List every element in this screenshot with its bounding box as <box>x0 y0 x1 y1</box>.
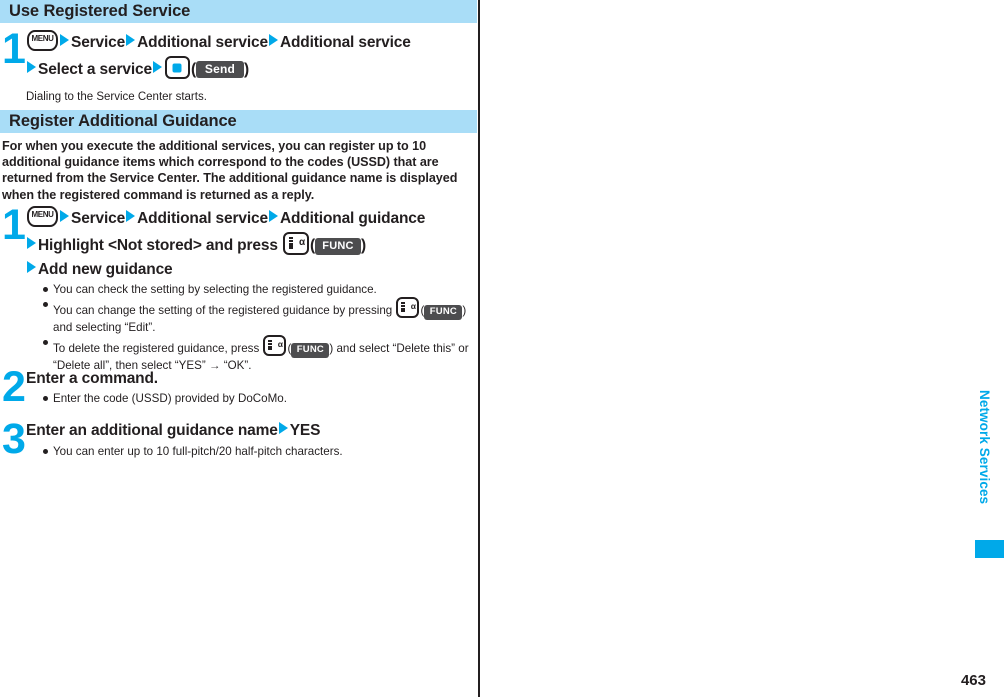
paren-close: ) <box>462 304 467 318</box>
bullet-text: You can change the setting of the regist… <box>53 304 393 318</box>
arrow-icon <box>126 34 136 46</box>
content-column: Use Registered Service 1 MENU Service Addi… <box>0 0 478 697</box>
bullet-dot <box>43 340 48 346</box>
step-line-2: Select a service(Send) <box>26 56 478 81</box>
arrow-icon <box>152 61 162 73</box>
menu-key-icon: MENU <box>27 206 58 227</box>
paren-close: ) <box>329 342 334 356</box>
bullet-list: You can check the setting by selecting t… <box>42 282 478 373</box>
list-item: Enter the code (USSD) provided by DoCoMo… <box>42 391 478 406</box>
chapter-tab-marker <box>975 540 1004 558</box>
section-header-use-registered-service: Use Registered Service <box>0 0 477 23</box>
bullet-text: To delete the registered guidance, press <box>53 342 260 356</box>
step-body: MENU Service Additional service Additional … <box>26 206 478 281</box>
arrow-icon <box>60 34 69 46</box>
page-number: 463 <box>960 672 986 689</box>
step-target-additional-service: Additional service <box>137 210 268 227</box>
step-target-service: Service <box>71 34 126 51</box>
arrow-icon <box>268 34 278 46</box>
arrow-icon <box>27 237 36 249</box>
bullet-dot <box>43 287 48 292</box>
softkey-func: FUNC <box>291 343 330 358</box>
arrow-icon <box>268 210 278 222</box>
bullet-list: You can enter up to 10 full-pitch/20 hal… <box>42 444 478 459</box>
step-number: 1 <box>2 25 26 73</box>
step-body: Enter an additional guidance name YES <box>26 420 478 442</box>
bullet-text-post: and select “Delete this” or <box>336 342 469 356</box>
bullet-text: Enter the code (USSD) provided by DoCoMo… <box>53 392 287 405</box>
right-column <box>480 0 1004 697</box>
list-item: You can check the setting by selecting t… <box>42 282 478 297</box>
section-header-register-additional-guidance: Register Additional Guidance <box>0 110 477 133</box>
step-target-service: Service <box>71 210 126 227</box>
list-item: You can enter up to 10 full-pitch/20 hal… <box>42 444 478 459</box>
step-instruction-highlight: Highlight <Not stored> and press <box>38 237 278 254</box>
bullet-dot <box>43 449 48 454</box>
section-title: Register Additional Guidance <box>9 112 237 130</box>
func-key-icon: α <box>282 232 309 255</box>
step-number: 3 <box>2 415 26 463</box>
list-item: You can change the setting of the regist… <box>42 297 478 335</box>
arrow-icon <box>278 422 288 434</box>
softkey-send: Send <box>195 61 244 78</box>
enter-key-icon <box>164 56 190 79</box>
menu-key-icon: MENU <box>27 30 58 51</box>
arrow-icon <box>126 210 136 222</box>
step-body: Enter a command. <box>26 368 478 390</box>
step-lead: Enter an additional guidance name YES <box>26 420 478 442</box>
softkey-func: FUNC <box>424 305 463 320</box>
arrow-icon <box>27 61 36 73</box>
step-target-yes: YES <box>289 422 321 439</box>
softkey-func: FUNC <box>314 238 361 255</box>
step-target-additional-guidance: Additional guidance <box>279 210 426 227</box>
paren-close: ) <box>360 237 366 254</box>
bullet-text-continued: and selecting “Edit”. <box>53 320 156 334</box>
step-target-additional-service-2: Additional service <box>279 34 411 51</box>
step-lead: Enter a command. <box>26 370 158 387</box>
step-line-1: MENU Service Additional service Additional … <box>26 206 478 230</box>
func-key-icon: α <box>263 335 287 357</box>
bullet-list: Enter the code (USSD) provided by DoCoMo… <box>42 391 478 406</box>
section-intro-paragraph: For when you execute the additional serv… <box>2 139 458 202</box>
step-line-1: MENU Service Additional service Additional … <box>26 30 478 54</box>
step-number: 1 <box>2 201 26 249</box>
step-note: Dialing to the Service Center starts. <box>26 91 207 103</box>
func-key-icon: α <box>396 297 420 319</box>
step-line-2: Highlight <Not stored> and press α(FUNC) <box>26 232 478 257</box>
step-target-additional-service: Additional service <box>137 34 268 51</box>
paren-close: ) <box>243 61 249 78</box>
manual-page: Use Registered Service 1 MENU Service Addi… <box>0 0 1004 697</box>
step-lead-text: Enter an additional guidance name <box>26 422 278 439</box>
arrow-icon <box>27 261 36 273</box>
bullet-text: You can enter up to 10 full-pitch/20 hal… <box>53 445 343 458</box>
step-target-select-a-service: Select a service <box>38 61 152 78</box>
section-title: Use Registered Service <box>9 2 191 20</box>
step-line-3: Add new guidance <box>26 259 478 281</box>
arrow-icon <box>60 210 69 222</box>
step-body: MENU Service Additional service Additional … <box>26 30 478 105</box>
step-target-add-new-guidance: Add new guidance <box>38 261 173 278</box>
bullet-text: You can check the setting by selecting t… <box>53 283 377 296</box>
chapter-tab-label: Network Services <box>977 390 992 505</box>
bullet-dot <box>43 302 48 308</box>
bullet-dot <box>43 396 48 401</box>
step-number: 2 <box>2 363 26 411</box>
